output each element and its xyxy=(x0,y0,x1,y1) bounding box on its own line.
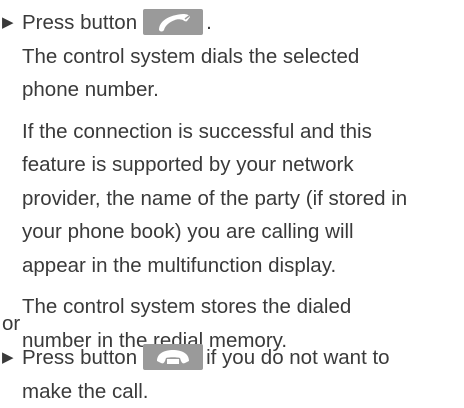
step-dial-prefix: Press button xyxy=(22,11,137,34)
bullet-arrow-icon: ▶ xyxy=(2,341,14,375)
instruction-page: ▶ Press button. The control system dials… xyxy=(0,0,464,404)
step-cancel-prefix: Press button xyxy=(22,346,137,369)
instruction-step-dial: ▶ Press button. The control system dials… xyxy=(2,6,462,357)
step-dial-detail-line: If the connection is successful and this xyxy=(22,115,462,149)
bullet-arrow-icon: ▶ xyxy=(2,6,14,40)
step-dial-detail-line: appear in the multifunction display. xyxy=(22,249,462,283)
step-dial-detail-line: provider, the name of the party (if stor… xyxy=(22,182,462,216)
step-dial-storage-line: The control system stores the dialed xyxy=(22,290,462,324)
step-cancel-suffix: if you do not want to xyxy=(206,346,389,369)
step-cancel-action: Press button if you do not want to xyxy=(22,341,462,375)
or-separator: or xyxy=(2,307,20,341)
step-dial-detail: If the connection is successful and this… xyxy=(22,115,462,283)
step-dial-suffix: . xyxy=(206,11,212,34)
step-cancel-suffix-line2: make the call. xyxy=(22,375,462,408)
step-dial-result: The control system dials the selected ph… xyxy=(22,40,462,107)
step-dial-action: Press button. xyxy=(22,6,462,40)
instruction-step-cancel: ▶ Press button if you do not want to make… xyxy=(2,341,462,408)
step-dial-detail-line: your phone book) you are calling will xyxy=(22,215,462,249)
step-dial-detail-line: feature is supported by your network xyxy=(22,148,462,182)
call-end-icon xyxy=(143,344,203,370)
step-dial-result-line: phone number. xyxy=(22,73,462,107)
call-accept-icon xyxy=(143,9,203,35)
step-dial-result-line: The control system dials the selected xyxy=(22,40,462,74)
